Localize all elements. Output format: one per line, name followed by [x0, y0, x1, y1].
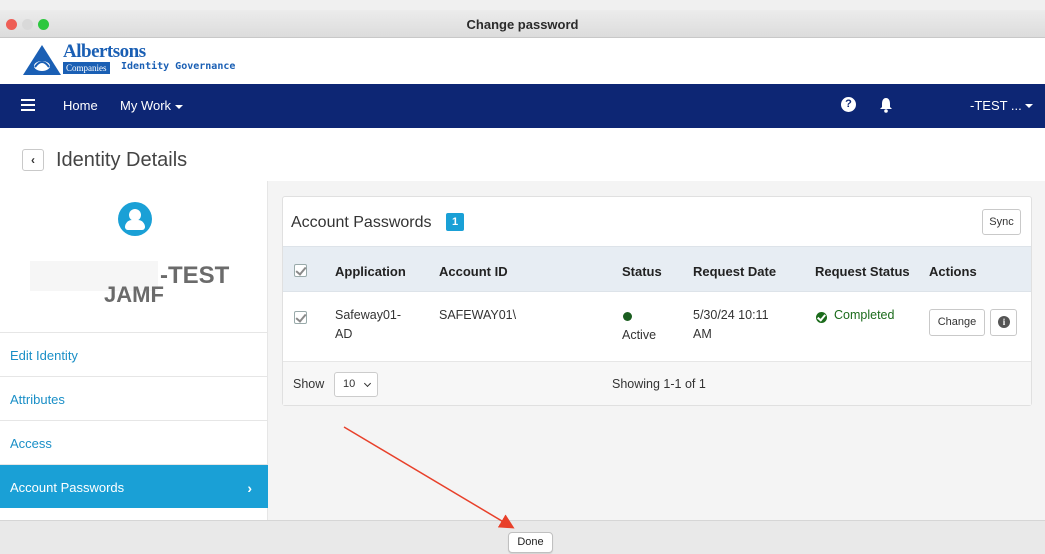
brand-name: Albertsons — [63, 41, 146, 62]
cell-request-date: 5/30/24 10:11 AM — [693, 306, 769, 344]
table-footer: Show 10 Showing 1-1 of 1 — [283, 362, 1031, 405]
column-header-account-id: Account ID — [439, 264, 508, 279]
sidebar-item-label: Account Passwords — [10, 480, 125, 495]
count-badge: 1 — [446, 213, 464, 231]
cell-status: Active — [622, 328, 657, 342]
cell-request-date-line1: 5/30/24 10:11 — [693, 308, 769, 322]
column-header-request-date: Request Date — [693, 264, 777, 279]
title-bar: Change password — [0, 10, 1045, 38]
brand-sub: Companies — [63, 62, 110, 74]
menu-icon[interactable] — [21, 99, 35, 111]
avatar-icon — [118, 202, 152, 236]
table-row: Safeway01- AD SAFEWAY01\ Active 5/30/24 … — [283, 292, 1031, 362]
chevron-down-icon — [363, 379, 372, 388]
chevron-right-icon: › — [247, 480, 252, 496]
identity-sidebar: -TEST JAMF Edit Identity Attributes Acce… — [0, 181, 268, 521]
check-circle-icon — [816, 312, 827, 323]
page-title: Identity Details — [56, 149, 188, 171]
sidebar-item-attributes[interactable]: Attributes — [0, 376, 268, 420]
help-icon[interactable]: ? — [841, 97, 856, 112]
column-header-status: Status — [622, 264, 662, 279]
identity-name-line2: JAMF — [104, 282, 164, 307]
pagination-summary: Showing 1-1 of 1 — [612, 377, 706, 391]
cell-application: Safeway01- AD — [335, 306, 401, 344]
page-header: ‹ Identity Details — [0, 128, 1045, 180]
column-header-application: Application — [335, 264, 406, 279]
cell-application-line2: AD — [335, 327, 353, 341]
sidebar-item-account-passwords[interactable]: Account Passwords › — [0, 464, 268, 508]
table-header: Application Account ID Status Request Da… — [283, 246, 1031, 292]
bell-icon[interactable] — [879, 97, 893, 113]
info-button[interactable]: i — [990, 309, 1017, 336]
brand-header: Albertsons Companies Identity Governance — [0, 39, 1045, 84]
dialog-footer: Done — [0, 520, 1045, 554]
cell-application-line1: Safeway01- — [335, 308, 402, 322]
back-button[interactable]: ‹ — [22, 149, 44, 171]
user-menu-chevron-icon[interactable] — [1025, 104, 1033, 108]
status-active-icon — [623, 312, 632, 321]
nav-my-work[interactable]: My Work — [120, 98, 184, 113]
page-size-select[interactable]: 10 — [334, 372, 378, 397]
sync-button[interactable]: Sync — [982, 209, 1021, 235]
column-header-actions: Actions — [929, 264, 977, 279]
account-passwords-panel: Account Passwords 1 Sync Application Acc… — [282, 196, 1032, 406]
row-checkbox[interactable] — [294, 311, 307, 324]
page-size-value: 10 — [343, 378, 356, 390]
sidebar-item-access[interactable]: Access — [0, 420, 268, 464]
cell-account-id: SAFEWAY01\ — [439, 308, 517, 322]
change-button[interactable]: Change — [929, 309, 985, 336]
brand-product: Identity Governance — [121, 61, 236, 72]
app-window: Change password Albertsons Companies Ide… — [0, 0, 1045, 554]
info-icon: i — [998, 316, 1010, 328]
cell-request-date-line2: AM — [693, 327, 712, 341]
panel-title: Account Passwords — [291, 214, 432, 231]
chevron-down-icon — [175, 104, 184, 109]
cell-request-status: Completed — [834, 308, 895, 322]
column-header-request-status: Request Status — [815, 264, 910, 279]
window-title: Change password — [466, 17, 579, 32]
nav-my-work-label: My Work — [120, 98, 172, 113]
nav-home[interactable]: Home — [63, 98, 98, 113]
sidebar-item-edit-identity[interactable]: Edit Identity — [0, 332, 268, 376]
select-all-checkbox[interactable] — [294, 264, 307, 277]
main-content: Account Passwords 1 Sync Application Acc… — [268, 181, 1045, 521]
show-label: Show — [293, 377, 325, 391]
done-button[interactable]: Done — [508, 532, 553, 553]
albertsons-logo-icon — [23, 45, 61, 75]
user-menu[interactable]: -TEST ... — [970, 98, 1022, 113]
top-navbar: Home My Work ? -TEST ... — [0, 84, 1045, 128]
